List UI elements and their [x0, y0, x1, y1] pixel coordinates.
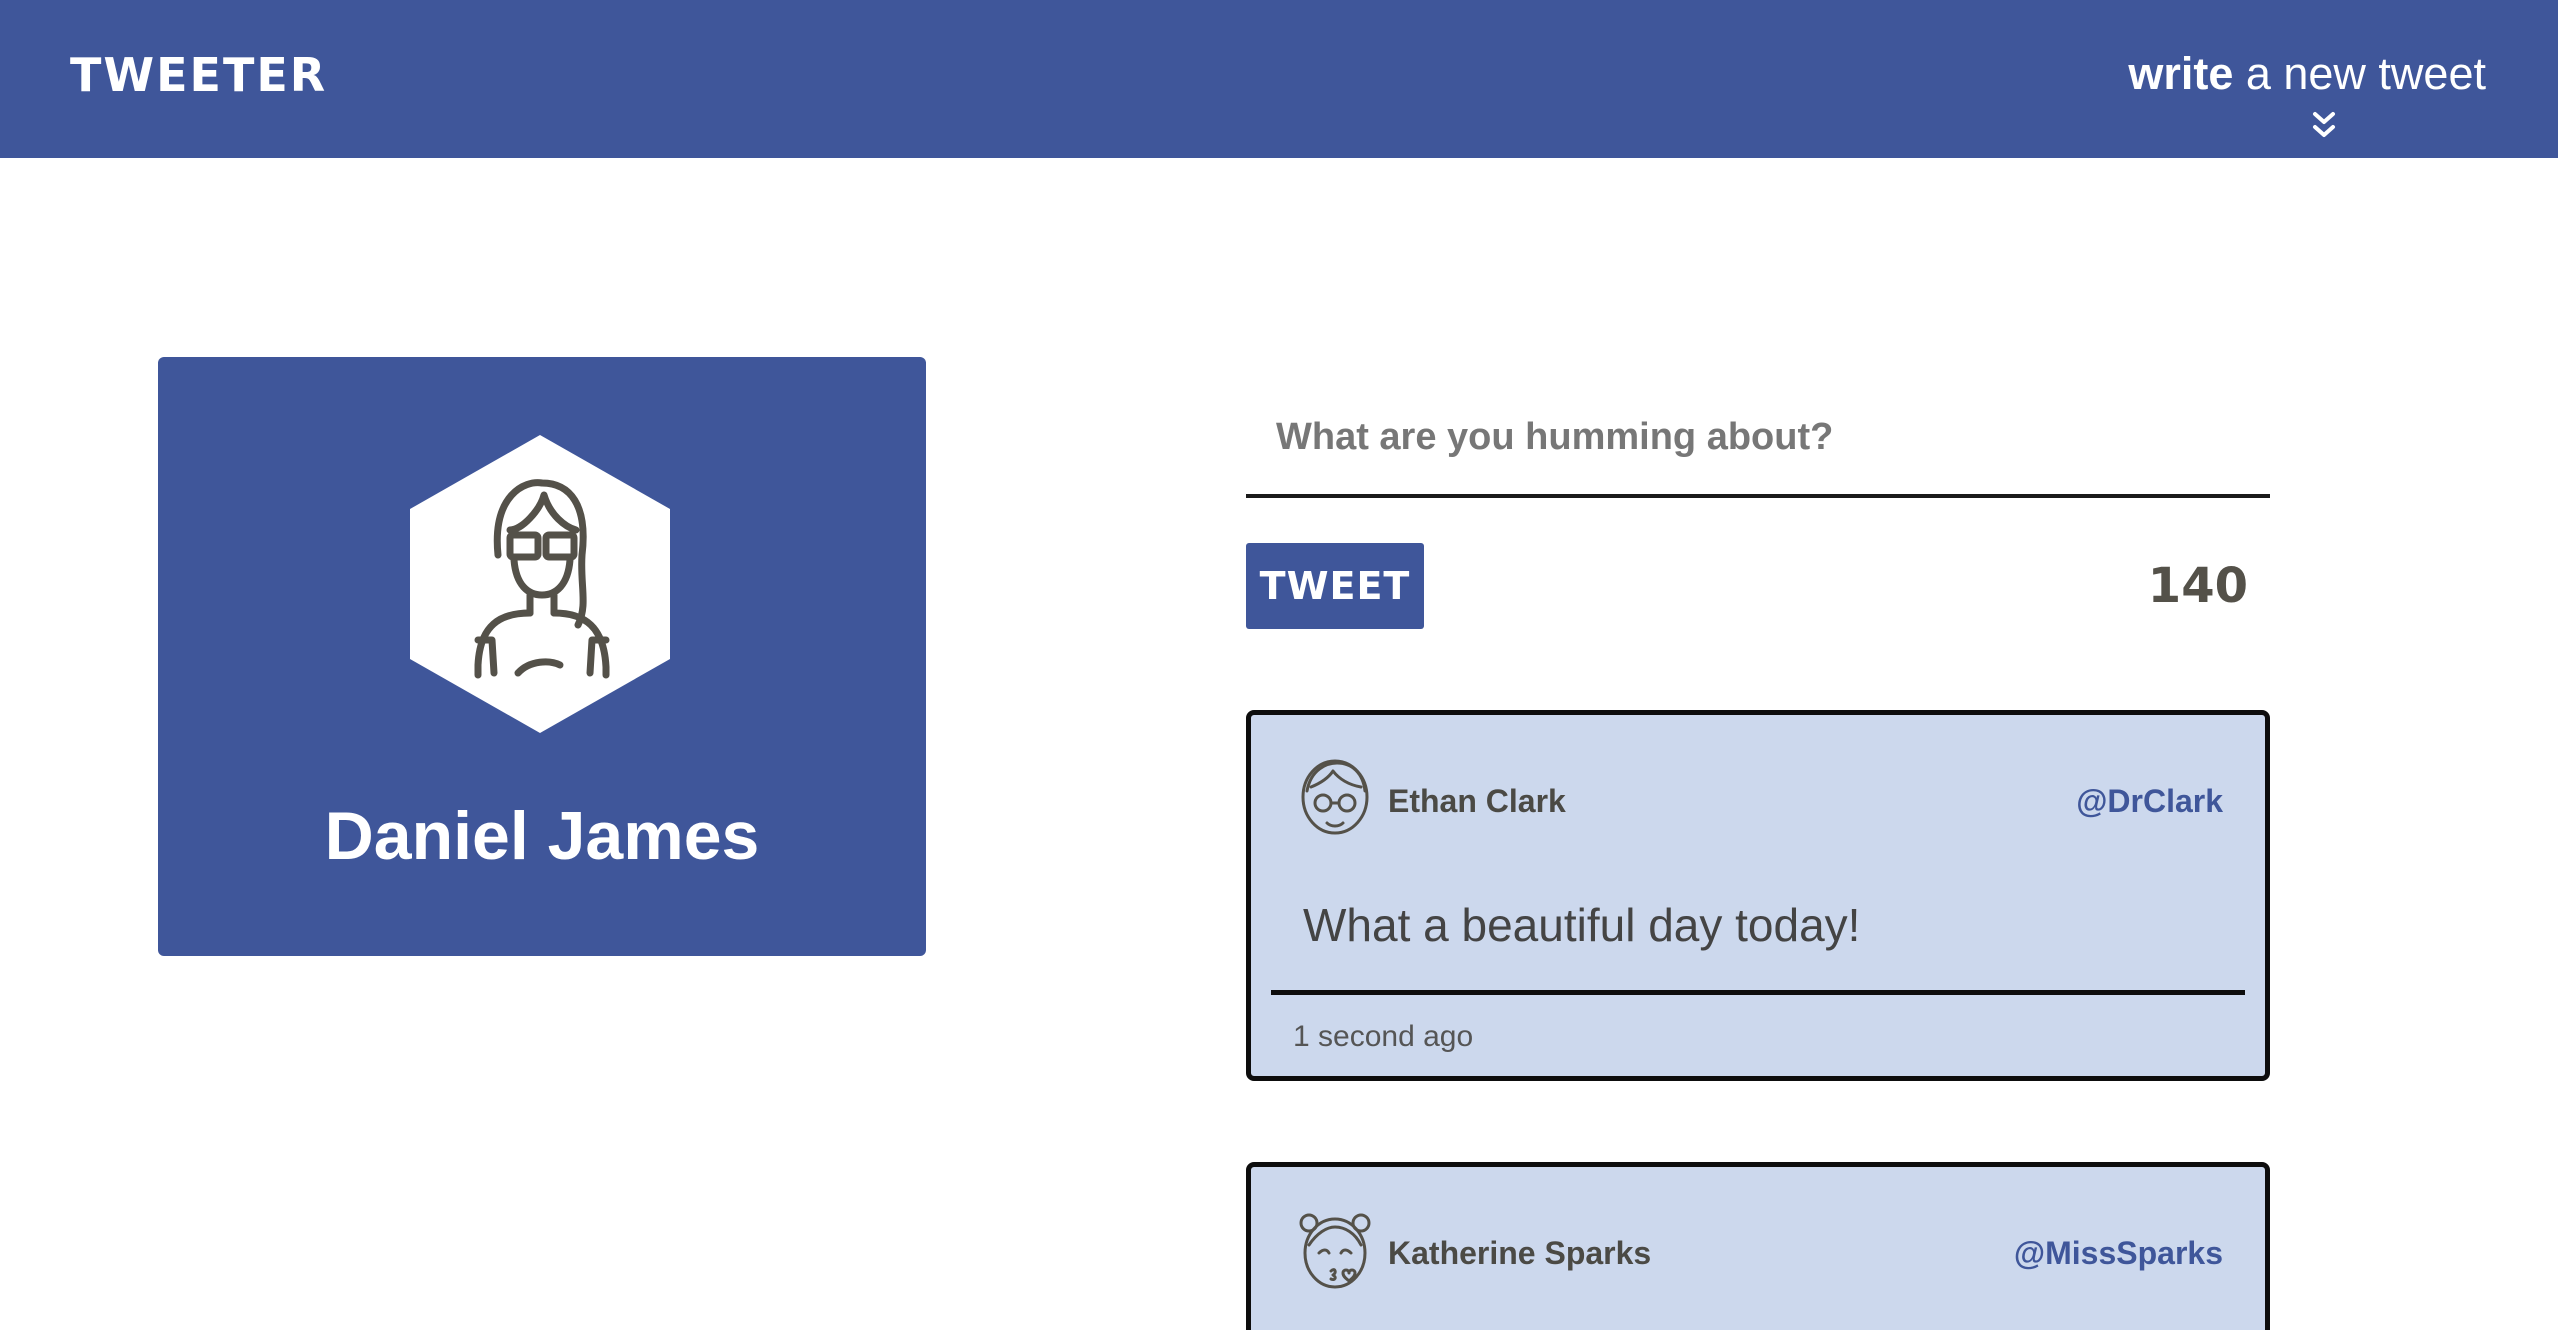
tweet-text: What a beautiful day today! — [1303, 899, 1861, 951]
tweet-author-handle[interactable]: @DrClark — [2076, 783, 2223, 820]
profile-card: Daniel James — [158, 357, 926, 956]
write-tweet-toggle[interactable]: write a new tweet — [2066, 48, 2486, 148]
tweet-author-name: Ethan Clark — [1388, 783, 1566, 819]
write-tweet-label-bold: write — [2128, 48, 2234, 99]
tweet-divider — [1271, 990, 2245, 995]
profile-avatar — [410, 435, 670, 733]
tweet-card: Katherine Sparks @MissSparks — [1246, 1162, 2270, 1330]
tweet-card: Ethan Clark @DrClark What a beautiful da… — [1246, 710, 2270, 1081]
double-chevron-down-icon[interactable] — [2312, 110, 2336, 142]
profile-name: Daniel James — [324, 798, 760, 874]
write-tweet-label[interactable]: write a new tweet — [2128, 48, 2486, 100]
top-nav: TWEETER write a new tweet — [0, 0, 2558, 158]
tweet-timestamp: 1 second ago — [1293, 1020, 1474, 1053]
tweet-author-name: Katherine Sparks — [1388, 1235, 1652, 1271]
tweet-text-input[interactable] — [1246, 380, 2270, 498]
man-glasses-avatar-icon — [1301, 759, 1369, 835]
brand-logo[interactable]: TWEETER — [70, 48, 327, 102]
character-counter: 140 — [2147, 558, 2248, 614]
write-tweet-label-rest: a new tweet — [2233, 48, 2486, 99]
tweet-submit-button[interactable]: TWEET — [1246, 543, 1424, 629]
girl-kiss-avatar-icon — [1299, 1213, 1371, 1289]
tweet-author-handle[interactable]: @MissSparks — [2014, 1235, 2223, 1272]
